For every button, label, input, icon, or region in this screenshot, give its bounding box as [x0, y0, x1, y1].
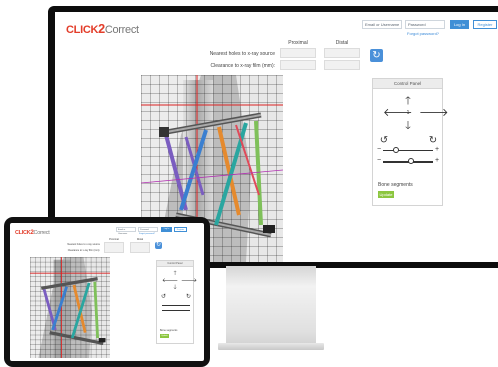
clearance-label: Clearance to x-ray film (mm):: [210, 63, 275, 69]
rotate-ccw-icon[interactable]: ↺: [378, 136, 390, 146]
tablet-bone-segments-label: Bone segments: [160, 329, 178, 332]
minus-icon-2[interactable]: −: [376, 157, 382, 164]
password-field[interactable]: Password: [405, 20, 445, 29]
login-button[interactable]: Log In: [450, 20, 469, 29]
distal-clearance-input[interactable]: [324, 60, 360, 70]
arrow-right-icon[interactable]: 🡒: [419, 108, 449, 119]
tablet-refresh-button[interactable]: ↻: [155, 242, 162, 249]
tablet-device: CLICK2Correct Email or Username Password…: [4, 217, 210, 367]
email-field[interactable]: Email or Username: [362, 20, 402, 29]
tablet-password-field[interactable]: Password: [138, 227, 158, 232]
logo-text-correct: Correct: [104, 24, 139, 36]
update-button[interactable]: Update: [378, 191, 394, 198]
tablet-proximal-inputs[interactable]: [104, 242, 124, 253]
rotation-slider-knob[interactable]: [392, 147, 399, 153]
app-logo[interactable]: CLICK2Correct: [66, 22, 139, 36]
logo-text-click: CLICK: [66, 24, 99, 36]
tablet-distal-inputs[interactable]: [130, 242, 150, 253]
tablet-arrow-down-icon[interactable]: 🡓: [171, 285, 179, 291]
arrow-down-icon[interactable]: 🡓: [401, 121, 415, 132]
tablet-distal-header: Distal: [136, 238, 144, 241]
forgot-password-link[interactable]: Forgot password?: [407, 31, 439, 36]
tablet-refresh-icon: ↻: [155, 242, 162, 248]
tablet-clearance-label: Clearance to x-ray film (mm):: [67, 249, 100, 252]
proximal-holes-select[interactable]: [280, 48, 316, 58]
tablet-rotation-slider[interactable]: [162, 305, 190, 306]
tablet-login-button[interactable]: Log In: [161, 227, 172, 232]
step-value: 1: [406, 110, 410, 116]
scale-slider-knob[interactable]: [407, 158, 414, 164]
tablet-update-button[interactable]: Update: [160, 334, 169, 338]
tablet-control-panel-title: Control Panel: [157, 261, 193, 267]
rotation-slider-track[interactable]: [383, 150, 433, 151]
arrow-left-icon[interactable]: 🡐: [383, 108, 413, 119]
proximal-column-header: Proximal: [288, 40, 308, 46]
tablet-arrow-left-icon[interactable]: 🡐: [162, 278, 178, 284]
logo-text-2: 2: [98, 22, 105, 36]
tablet-screen: CLICK2Correct Email or Username Password…: [10, 223, 204, 361]
tablet-app-logo[interactable]: CLICK2Correct: [15, 229, 50, 236]
tablet-proximal-header: Proximal: [109, 238, 119, 241]
bone-segments-label: Bone segments: [378, 182, 413, 188]
tablet-logo-text-correct: Correct: [33, 230, 50, 236]
refresh-icon: ↻: [372, 50, 381, 61]
tablet-control-panel: Control Panel 🡑 🡐 🡒 🡓 ↺ ↻ Bone segments …: [156, 260, 197, 344]
plus-icon[interactable]: +: [434, 146, 440, 153]
monitor-stand: [226, 266, 316, 348]
minus-icon[interactable]: −: [376, 146, 382, 153]
tablet-xray-overlay: [30, 257, 110, 358]
tablet-rotate-cw-icon[interactable]: ↻: [185, 294, 192, 300]
tablet-register-button[interactable]: Register: [174, 227, 187, 232]
control-panel: Control Panel 🡑 🡐 1 🡒 🡓 ↺ ↻ − + − + Bone…: [372, 78, 449, 206]
tablet-xray-image[interactable]: [30, 257, 110, 358]
register-button[interactable]: Register: [473, 20, 497, 29]
distal-holes-select[interactable]: [324, 48, 360, 58]
tablet-nearest-holes-label: Nearest holes to x-ray source: [67, 243, 100, 246]
nearest-holes-label: Nearest holes to x-ray source: [209, 51, 275, 57]
tablet-scale-slider[interactable]: [162, 310, 190, 311]
rotate-cw-icon[interactable]: ↻: [427, 136, 439, 146]
control-panel-title: Control Panel: [373, 79, 442, 89]
arrow-up-icon[interactable]: 🡑: [401, 96, 415, 107]
monitor-stand-foot: [218, 343, 324, 350]
tablet-arrow-up-icon[interactable]: 🡑: [171, 271, 179, 277]
tablet-email-field[interactable]: Email or Username: [116, 227, 136, 235]
tablet-logo-text-click: CLICK: [15, 230, 31, 236]
plus-icon-2[interactable]: +: [434, 157, 440, 164]
refresh-button[interactable]: ↻: [370, 49, 383, 62]
tablet-forgot-password-link[interactable]: Forgot password?: [139, 233, 155, 235]
tablet-rotate-ccw-icon[interactable]: ↺: [160, 294, 167, 300]
tablet-arrow-right-icon[interactable]: 🡒: [181, 278, 197, 284]
distal-column-header: Distal: [335, 40, 349, 46]
proximal-clearance-input[interactable]: [280, 60, 316, 70]
